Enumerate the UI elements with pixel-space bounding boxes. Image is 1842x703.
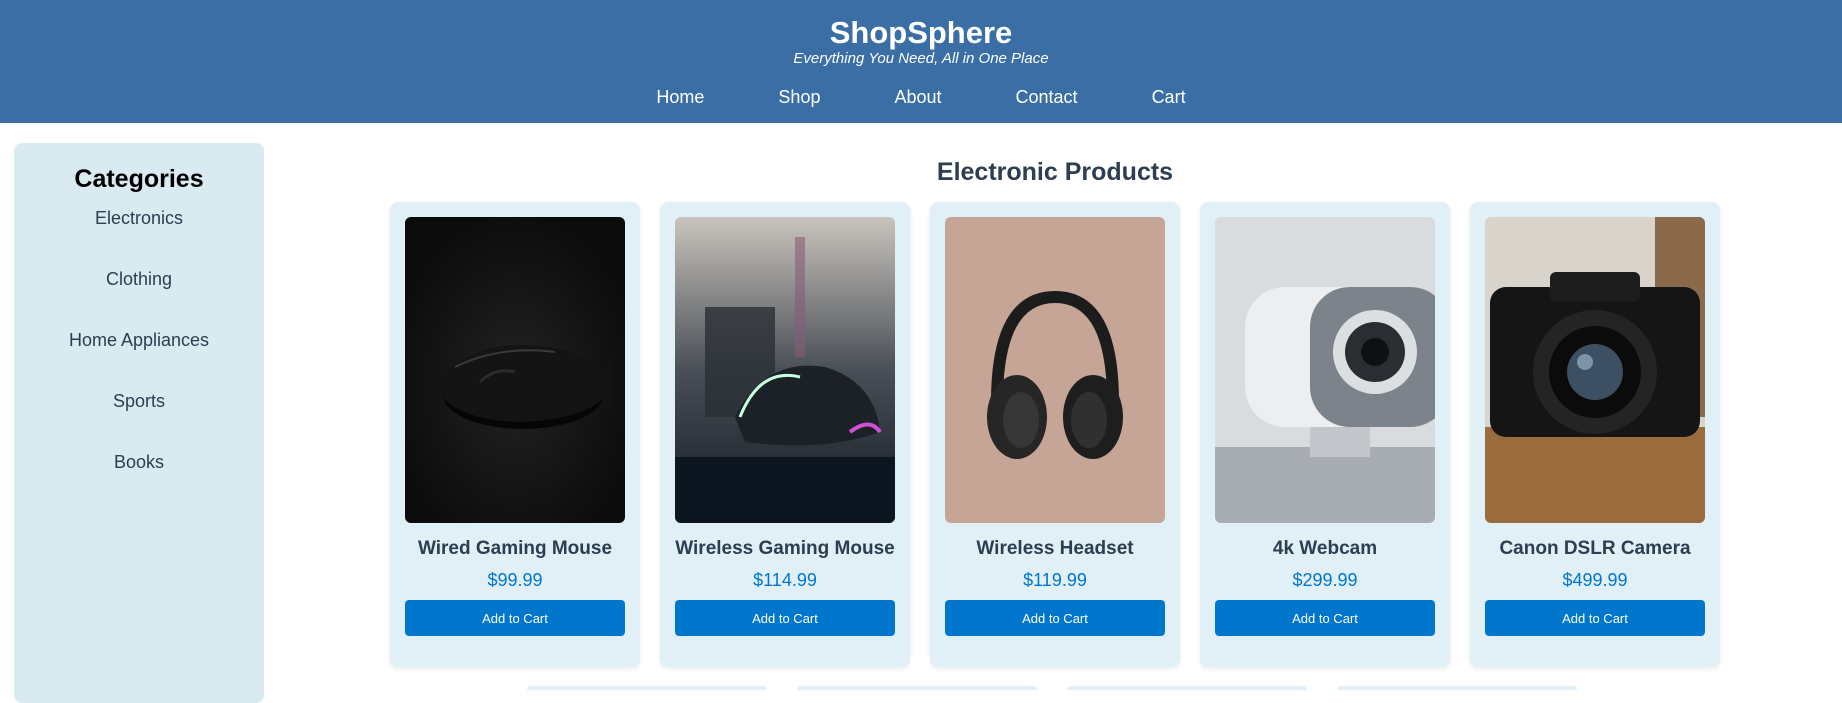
categories-heading: Categories: [74, 165, 204, 193]
next-row-card-stub: [1067, 686, 1307, 690]
site-title: ShopSphere: [829, 15, 1013, 50]
product-name: Wireless Headset: [976, 538, 1134, 559]
category-clothing[interactable]: Clothing: [14, 268, 264, 329]
product-price: $299.99: [1292, 570, 1358, 590]
product-price: $119.99: [1023, 570, 1087, 590]
category-books[interactable]: Books: [14, 451, 264, 512]
main-nav: Home Shop About Contact Cart: [0, 86, 1842, 108]
nav-shop[interactable]: Shop: [741, 86, 857, 108]
product-price: $114.99: [753, 570, 817, 590]
nav-about[interactable]: About: [857, 86, 978, 108]
webcam-photo: [1215, 217, 1435, 523]
product-grid: Wired Gaming Mouse $99.99 Add to Cart Wi…: [390, 202, 1720, 667]
main-content: Electronic Products Wired Gaming Mouse $…: [264, 123, 1842, 690]
section-title: Electronic Products: [936, 158, 1174, 186]
add-to-cart-button[interactable]: Add to Cart: [1215, 600, 1435, 636]
product-card: Wireless Headset $119.99 Add to Cart: [930, 202, 1180, 667]
rgb-mouse-photo: [675, 217, 895, 523]
category-electronics[interactable]: Electronics: [14, 207, 264, 268]
product-image[interactable]: [945, 217, 1165, 523]
product-name: Wired Gaming Mouse: [417, 538, 613, 559]
add-to-cart-button[interactable]: Add to Cart: [945, 600, 1165, 636]
product-name: Wireless Gaming Mouse: [675, 538, 895, 559]
black-mouse-photo: [405, 217, 625, 523]
categories-sidebar: Categories Electronics Clothing Home App…: [14, 143, 264, 703]
product-name: 4k Webcam: [1272, 538, 1378, 559]
nav-home[interactable]: Home: [619, 86, 741, 108]
next-row-card-stub: [527, 686, 767, 690]
nav-contact[interactable]: Contact: [979, 86, 1115, 108]
site-tagline: Everything You Need, All in One Place: [793, 50, 1049, 67]
category-sports[interactable]: Sports: [14, 390, 264, 451]
next-row-card-stub: [797, 686, 1037, 690]
nav-cart[interactable]: Cart: [1115, 86, 1223, 108]
product-image[interactable]: [1485, 217, 1705, 523]
product-price: $499.99: [1562, 570, 1628, 590]
product-image[interactable]: [675, 217, 895, 523]
product-card: Wired Gaming Mouse $99.99 Add to Cart: [390, 202, 640, 667]
camera-photo: [1485, 217, 1705, 523]
next-row-card-stub: [1337, 686, 1577, 690]
category-home-appliances[interactable]: Home Appliances: [14, 329, 264, 390]
add-to-cart-button[interactable]: Add to Cart: [675, 600, 895, 636]
category-list: Electronics Clothing Home Appliances Spo…: [14, 207, 264, 512]
product-image[interactable]: [1215, 217, 1435, 523]
site-header: ShopSphere Everything You Need, All in O…: [0, 0, 1842, 123]
add-to-cart-button[interactable]: Add to Cart: [1485, 600, 1705, 636]
product-card: 4k Webcam $299.99 Add to Cart: [1200, 202, 1450, 667]
product-price: $99.99: [487, 570, 543, 590]
product-card: Canon DSLR Camera $499.99 Add to Cart: [1470, 202, 1720, 667]
product-name: Canon DSLR Camera: [1499, 538, 1691, 559]
headphones-photo: [945, 217, 1165, 523]
add-to-cart-button[interactable]: Add to Cart: [405, 600, 625, 636]
product-card: Wireless Gaming Mouse $114.99 Add to Car…: [660, 202, 910, 667]
product-image[interactable]: [405, 217, 625, 523]
